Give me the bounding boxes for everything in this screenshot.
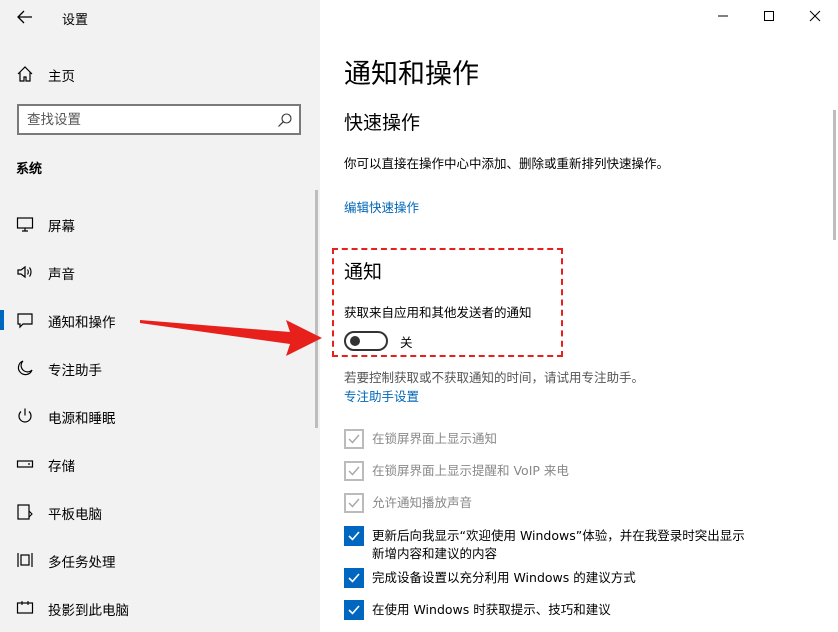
minimize-icon: [718, 15, 728, 17]
sidebar-item-storage[interactable]: 存储: [0, 444, 320, 484]
titlebar-left: 设置: [0, 0, 320, 34]
multitask-icon: [17, 553, 33, 567]
sidebar-item-label: 屏幕: [48, 219, 75, 235]
focus-assist-hint: 若要控制获取或不获取通知的时间，请试用专注助手。: [344, 370, 645, 385]
checkmark-icon: [348, 605, 360, 615]
search-icon[interactable]: [277, 112, 293, 128]
power-icon: [18, 408, 32, 423]
quick-actions-heading: 快速操作: [344, 112, 421, 134]
toggle-state-label: 关: [400, 335, 413, 350]
checkbox-label: 在锁屏界面上显示提醒和 VoIP 来电: [372, 463, 569, 478]
edit-quick-actions-link[interactable]: 编辑快速操作: [344, 197, 419, 216]
sidebar-item-label: 存储: [48, 459, 75, 475]
sidebar-item-multitasking[interactable]: 多任务处理: [0, 540, 320, 580]
main-scrollbar[interactable]: [833, 110, 836, 240]
sidebar-item-tablet[interactable]: 平板电脑: [0, 492, 320, 532]
search-input[interactable]: [27, 111, 267, 129]
selected-indicator: [0, 310, 4, 330]
back-arrow-icon: [17, 10, 32, 24]
checkmark-icon: [348, 531, 360, 541]
sidebar-item-label: 投影到此电脑: [48, 603, 129, 619]
checkmark-icon: [348, 466, 360, 476]
checkbox-welcome-experience[interactable]: [344, 526, 364, 546]
sidebar-scrollbar[interactable]: [315, 190, 318, 428]
sidebar-item-focus-assist[interactable]: 专注助手: [0, 348, 320, 388]
notifications-toggle[interactable]: [344, 331, 388, 351]
storage-icon: [16, 460, 34, 468]
maximize-button[interactable]: [746, 0, 792, 32]
checkbox-device-setup-suggestions[interactable]: [344, 568, 364, 588]
monitor-icon: [16, 217, 34, 232]
checkbox-label: 更新后向我显示“欢迎使用 Windows”体验，并在我登录时突出显示 新增内容和…: [372, 527, 745, 563]
sidebar-item-label: 通知和操作: [48, 315, 116, 331]
sidebar-item-sound[interactable]: 声音: [0, 252, 320, 292]
main-content: 通知和操作 快速操作 你可以直接在操作中心中添加、删除或重新排列快速操作。 编辑…: [320, 0, 838, 632]
toggle-knob: [350, 336, 360, 346]
notification-icon: [17, 313, 33, 329]
tablet-icon: [17, 504, 33, 520]
sidebar-home-label: 主页: [48, 69, 75, 85]
search-box[interactable]: [17, 104, 301, 135]
page-title: 通知和操作: [344, 59, 479, 90]
checkmark-icon: [348, 573, 360, 583]
sidebar-item-label: 声音: [48, 267, 75, 283]
checkbox-lock-screen-reminders[interactable]: [344, 461, 364, 481]
sidebar-item-label: 多任务处理: [48, 555, 116, 571]
notifications-toggle-row: 关: [344, 330, 413, 352]
focus-assist-settings-link[interactable]: 专注助手设置: [344, 386, 419, 405]
sidebar-item-power-sleep[interactable]: 电源和睡眠: [0, 396, 320, 436]
sidebar: 设置 主页 系统 屏幕 声音 通知和操作 专注助手 电源和睡眠 存储 平板电脑: [0, 0, 320, 632]
notifications-toggle-label: 获取来自应用和其他发送者的通知: [344, 305, 532, 320]
checkbox-label-line2: 新增内容和建议的内容: [372, 546, 498, 561]
sidebar-item-notifications[interactable]: 通知和操作: [0, 300, 320, 340]
home-icon: [17, 66, 33, 82]
sidebar-item-display[interactable]: 屏幕: [0, 204, 320, 244]
checkbox-label-line1: 更新后向我显示“欢迎使用 Windows”体验，并在我登录时突出显示: [372, 528, 745, 543]
maximize-icon: [764, 11, 774, 21]
sidebar-home[interactable]: 主页: [0, 58, 320, 90]
minimize-button[interactable]: [700, 0, 746, 32]
sidebar-item-label: 平板电脑: [48, 507, 102, 523]
sidebar-item-project[interactable]: 投影到此电脑: [0, 588, 320, 628]
close-icon: [809, 10, 821, 22]
checkbox-lock-screen-notifications[interactable]: [344, 429, 364, 449]
checkbox-label: 允许通知播放声音: [372, 495, 473, 510]
window-controls: [700, 0, 838, 32]
project-icon: [16, 601, 34, 614]
sidebar-item-label: 专注助手: [48, 363, 102, 379]
section-header-system: 系统: [16, 162, 43, 177]
checkbox-label: 在使用 Windows 时获取提示、技巧和建议: [372, 602, 611, 617]
checkbox-label: 在锁屏界面上显示通知: [372, 431, 498, 446]
checkbox-notification-sounds[interactable]: [344, 493, 364, 513]
checkbox-label: 完成设备设置以充分利用 Windows 的建议方式: [372, 570, 636, 585]
close-button[interactable]: [792, 0, 838, 32]
speaker-icon: [17, 265, 32, 279]
moon-icon: [17, 360, 33, 376]
quick-actions-description: 你可以直接在操作中心中添加、删除或重新排列快速操作。: [344, 156, 670, 171]
checkbox-tips-tricks[interactable]: [344, 600, 364, 620]
notifications-heading: 通知: [344, 261, 383, 283]
checkmark-icon: [348, 434, 360, 444]
back-button[interactable]: [14, 6, 36, 28]
app-title: 设置: [62, 13, 89, 28]
checkmark-icon: [348, 498, 360, 508]
sidebar-item-label: 电源和睡眠: [48, 411, 116, 427]
